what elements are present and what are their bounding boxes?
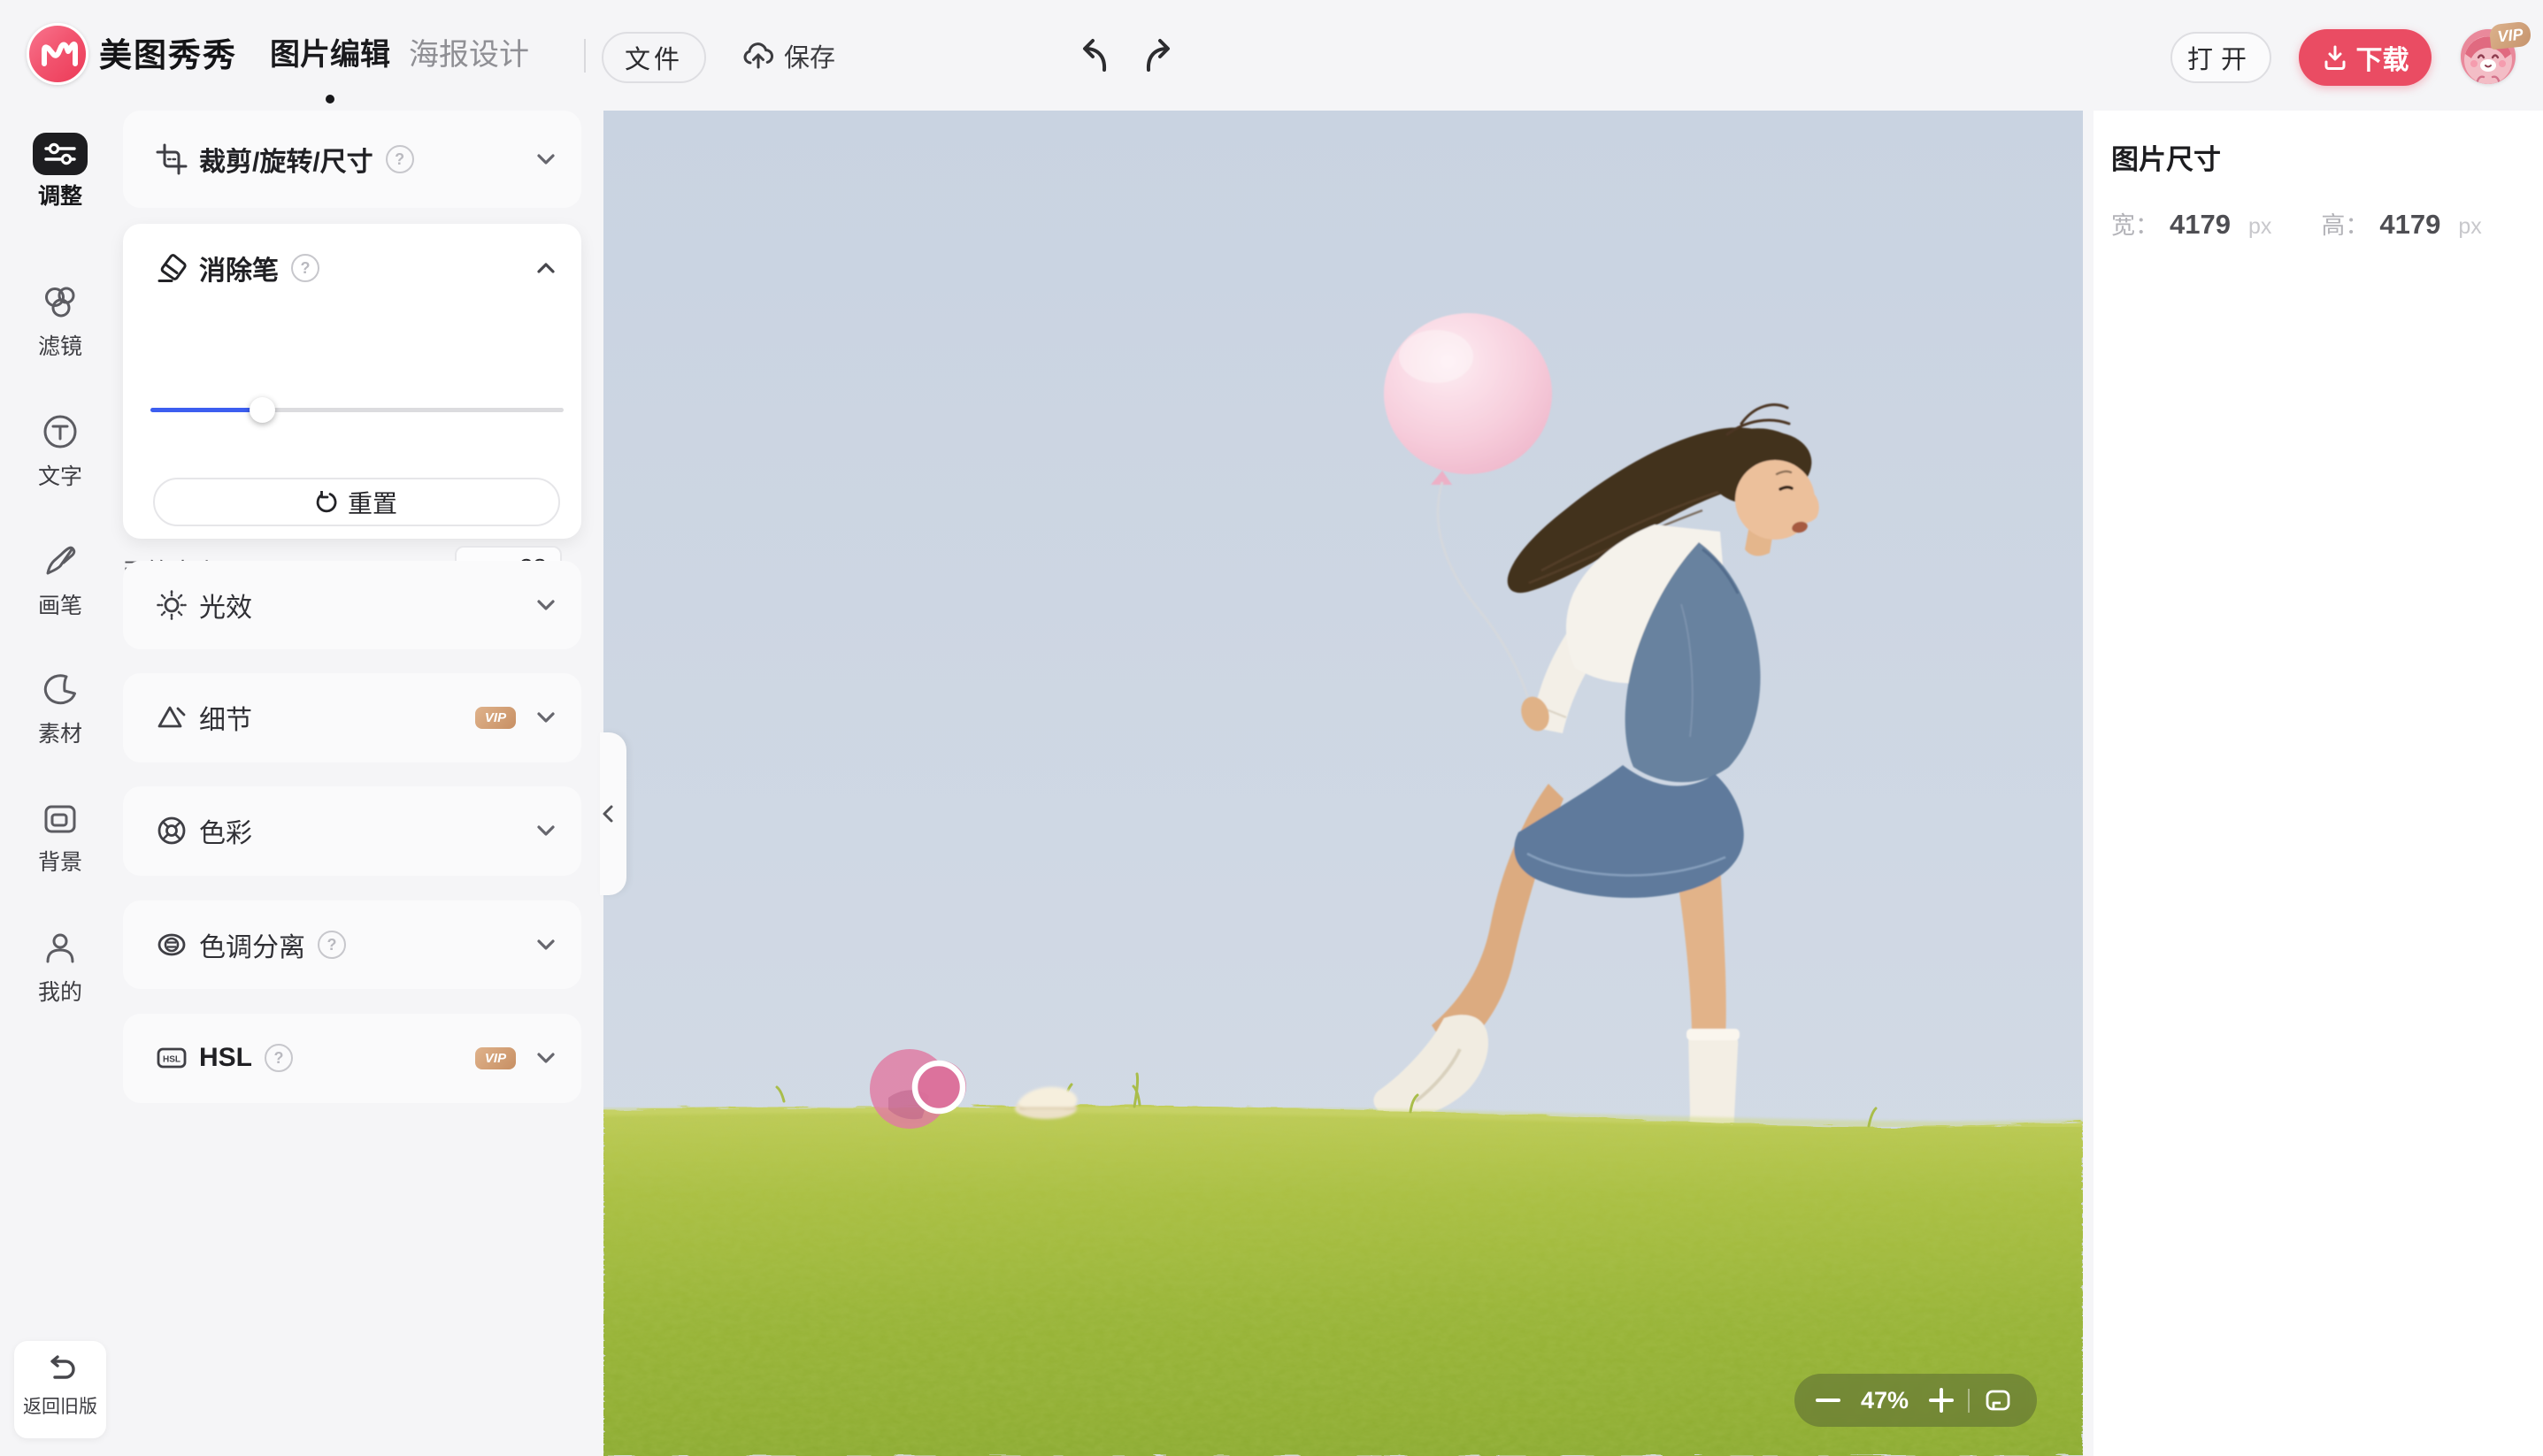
triangle-icon — [155, 701, 188, 734]
section-color: 色彩 — [123, 786, 581, 876]
color-wheel-icon — [155, 814, 188, 847]
download-button[interactable]: 下载 — [2299, 29, 2432, 86]
return-arrow-icon — [44, 1355, 76, 1387]
zoom-in-button[interactable] — [1929, 1388, 1954, 1413]
width-unit: px — [2248, 214, 2271, 240]
image-size-row: 宽： 4179 px 高： 4179 px — [2111, 206, 2482, 241]
brush-slider-fill — [150, 408, 262, 412]
section-tone-split-header[interactable]: 色调分离 ? — [123, 900, 581, 989]
filter-circles-icon — [33, 281, 88, 324]
reset-icon — [316, 491, 339, 514]
eraser-icon — [155, 251, 188, 285]
svg-text:HSL: HSL — [163, 1055, 181, 1065]
section-crop-rotate-size: 裁剪/旋转/尺寸 ? — [123, 111, 581, 208]
text-icon — [33, 410, 88, 453]
section-detail: 细节 VIP — [123, 673, 581, 762]
vip-badge: VIP — [475, 1047, 516, 1069]
width-label: 宽： — [2111, 206, 2159, 241]
vip-badge: VIP — [475, 707, 516, 729]
toolbar-divider — [584, 39, 586, 73]
chevron-down-icon — [535, 149, 557, 169]
image-canvas[interactable]: 47% — [603, 109, 2083, 1456]
download-icon — [2322, 44, 2348, 71]
tool-sidebar: 调整 滤镜 文字 — [0, 111, 120, 1456]
background-icon — [33, 798, 88, 840]
top-toolbar: 美图秀秀 图片编辑 海报设计 文件 保存 — [0, 0, 2543, 111]
help-icon[interactable]: ? — [318, 931, 346, 959]
save-button[interactable]: 保存 — [740, 0, 835, 111]
sidebar-item-brush[interactable]: 画笔 — [0, 540, 120, 620]
back-to-legacy-button[interactable]: 返回旧版 — [14, 1341, 106, 1438]
crop-icon — [155, 142, 188, 176]
image-size-title: 图片尺寸 — [2111, 137, 2221, 177]
undo-icon — [1072, 37, 1111, 74]
file-button[interactable]: 文件 — [602, 32, 706, 83]
section-light-effect: 光效 — [123, 561, 581, 649]
width-value: 4179 — [2170, 209, 2231, 241]
brand-title: 美图秀秀 — [99, 0, 237, 111]
undo-button[interactable] — [1072, 37, 1111, 74]
user-icon — [33, 927, 88, 969]
image-info-panel: 图片尺寸 宽： 4179 px 高： 4179 px — [2094, 111, 2543, 1456]
section-eraser-header[interactable]: 消除笔 ? — [123, 224, 581, 312]
active-tab-dot — [326, 95, 334, 103]
zoombar-divider — [1968, 1389, 1970, 1413]
vip-badge: VIP — [2489, 21, 2532, 50]
section-light-header[interactable]: 光效 — [123, 561, 581, 649]
sticker-icon — [33, 669, 88, 711]
chevron-down-icon — [535, 708, 557, 727]
cloud-upload-icon — [740, 37, 777, 74]
help-icon[interactable]: ? — [291, 254, 319, 282]
reset-button[interactable]: 重置 — [153, 478, 560, 526]
sidebar-item-mine[interactable]: 我的 — [0, 927, 120, 1007]
section-detail-header[interactable]: 细节 VIP — [123, 673, 581, 762]
height-value: 4179 — [2379, 209, 2440, 241]
brush-slider-thumb[interactable] — [250, 397, 275, 423]
sliders-icon — [33, 133, 88, 175]
open-button[interactable]: 打开 — [2170, 32, 2271, 83]
meitu-editor-app: 47% 美图秀秀 图片编辑 — [0, 0, 2543, 1456]
help-icon[interactable]: ? — [265, 1044, 293, 1072]
sidebar-item-adjust[interactable]: 调整 — [0, 133, 120, 211]
height-unit: px — [2458, 214, 2481, 240]
section-tone-split: 色调分离 ? — [123, 900, 581, 989]
tab-image-edit[interactable]: 图片编辑 — [270, 0, 390, 111]
redo-button[interactable] — [1141, 37, 1180, 74]
chevron-down-icon — [535, 821, 557, 840]
zoom-level-value: 47% — [1860, 1387, 1909, 1414]
section-crop-header[interactable]: 裁剪/旋转/尺寸 ? — [123, 111, 581, 208]
section-hsl-header[interactable]: HSL HSL ? VIP — [123, 1014, 581, 1102]
brush-size-slider[interactable] — [150, 408, 564, 412]
sidebar-item-filter[interactable]: 滤镜 — [0, 281, 120, 361]
hsl-box-icon: HSL — [155, 1041, 188, 1075]
sidebar-item-text[interactable]: 文字 — [0, 410, 120, 491]
section-eraser-pen: 消除笔 ? 画笔大小 28 重置 — [123, 224, 581, 539]
chevron-up-icon — [535, 258, 557, 278]
chevron-down-icon — [535, 1048, 557, 1068]
help-icon[interactable]: ? — [386, 145, 414, 173]
fit-screen-button[interactable] — [1984, 1387, 2012, 1414]
sidebar-item-material[interactable]: 素材 — [0, 669, 120, 748]
section-hsl: HSL HSL ? VIP — [123, 1014, 581, 1103]
tone-split-icon — [155, 928, 188, 962]
brush-icon — [33, 540, 88, 582]
sidebar-item-background[interactable]: 背景 — [0, 798, 120, 877]
redo-icon — [1141, 37, 1180, 74]
panel-collapse-tab[interactable] — [600, 732, 626, 895]
meitu-logo-icon[interactable] — [27, 23, 88, 85]
zoom-toolbar: 47% — [1794, 1374, 2037, 1427]
chevron-down-icon — [535, 935, 557, 954]
brush-cursor-ring — [915, 1063, 963, 1111]
photo-girl-balloon — [603, 109, 2083, 1456]
section-color-header[interactable]: 色彩 — [123, 786, 581, 875]
zoom-out-button[interactable] — [1816, 1398, 1840, 1403]
sun-icon — [155, 588, 188, 622]
tab-poster-design[interactable]: 海报设计 — [409, 0, 529, 111]
height-label: 高： — [2321, 206, 2369, 241]
chevron-left-icon — [600, 802, 618, 825]
chevron-down-icon — [535, 595, 557, 615]
